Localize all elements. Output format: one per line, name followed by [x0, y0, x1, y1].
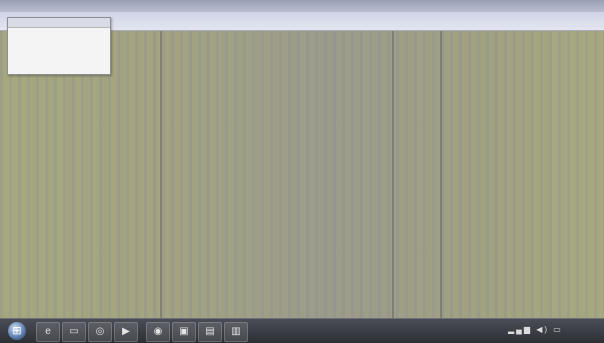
app-icon-2[interactable]: ▣ [172, 322, 196, 342]
chrome-icon[interactable]: ◉ [146, 322, 170, 342]
document-icon[interactable]: ▤ [198, 322, 222, 342]
media-player-icon[interactable]: ◎ [88, 322, 112, 342]
volume-icon[interactable]: ◀) [536, 325, 549, 334]
popup-header [8, 18, 110, 28]
canvas-streak [440, 31, 442, 318]
terminal-icon[interactable]: ▥ [224, 322, 248, 342]
popup-row[interactable] [8, 28, 110, 37]
taskbar: ⊞ e ▭ ◎ ▶ ◉ ▣ ▤ ▥ ▂▄▆ ◀) ▭ [0, 318, 604, 343]
internet-explorer-icon[interactable]: e [36, 322, 60, 342]
window-title-bar [0, 0, 604, 12]
app-icon[interactable]: ▶ [114, 322, 138, 342]
canvas-streak [160, 31, 162, 318]
system-tray[interactable]: ▂▄▆ ◀) ▭ [508, 325, 570, 337]
popup-row[interactable] [8, 46, 110, 55]
start-button-icon[interactable]: ⊞ [8, 322, 26, 340]
battery-icon[interactable]: ▭ [553, 325, 563, 334]
canvas-streak [392, 31, 394, 318]
popup-row[interactable] [8, 55, 110, 64]
network-icon[interactable]: ▂▄▆ [508, 325, 532, 334]
clock[interactable] [574, 323, 600, 339]
folder-icon[interactable]: ▭ [62, 322, 86, 342]
values-popup [7, 17, 111, 75]
popup-row[interactable] [8, 37, 110, 46]
